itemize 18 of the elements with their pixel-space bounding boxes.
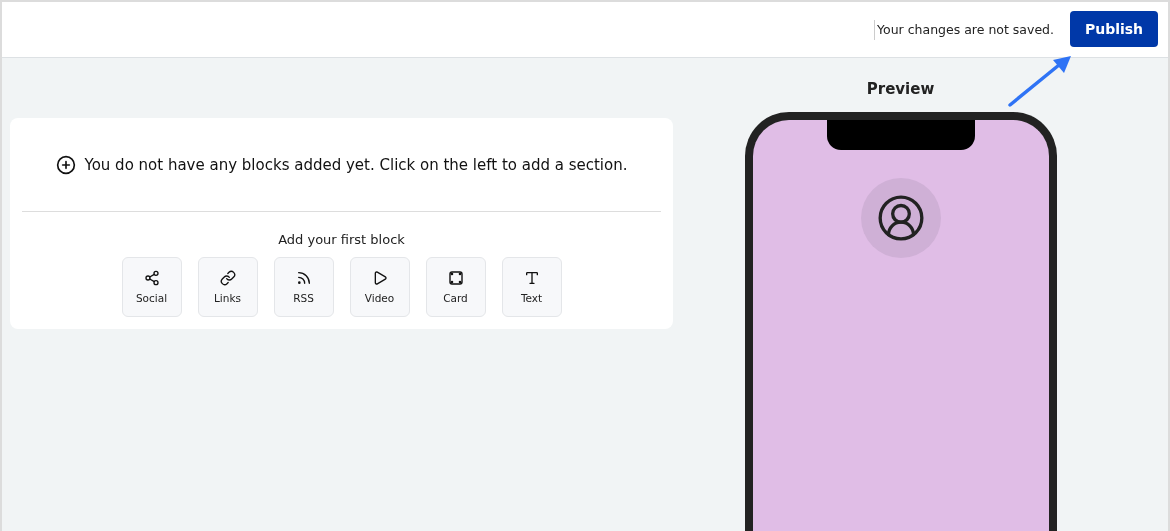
text-icon [523, 270, 540, 286]
empty-message: You do not have any blocks added yet. Click on the left to add a section. [84, 155, 628, 174]
pointer-arrow [1007, 54, 1073, 108]
unsaved-status: Your changes are not saved. [874, 19, 1054, 40]
rss-icon [295, 270, 312, 286]
add-block-prompt: Add your first block [277, 232, 406, 247]
block-type-button[interactable]: Card [425, 257, 486, 317]
block-type-button[interactable]: Links [197, 257, 258, 317]
share-icon [143, 270, 160, 286]
block-type-button[interactable]: RSS [273, 257, 334, 317]
block-type-button[interactable]: Text [501, 257, 562, 317]
plus-circle-icon [55, 154, 76, 175]
block-type-button[interactable]: Social [121, 257, 182, 317]
frame-icon [447, 270, 464, 286]
link-icon [219, 270, 236, 286]
block-type-button[interactable]: Video [349, 257, 410, 317]
publish-button[interactable]: Publish [1070, 10, 1158, 47]
preview-title: Preview [866, 80, 935, 98]
